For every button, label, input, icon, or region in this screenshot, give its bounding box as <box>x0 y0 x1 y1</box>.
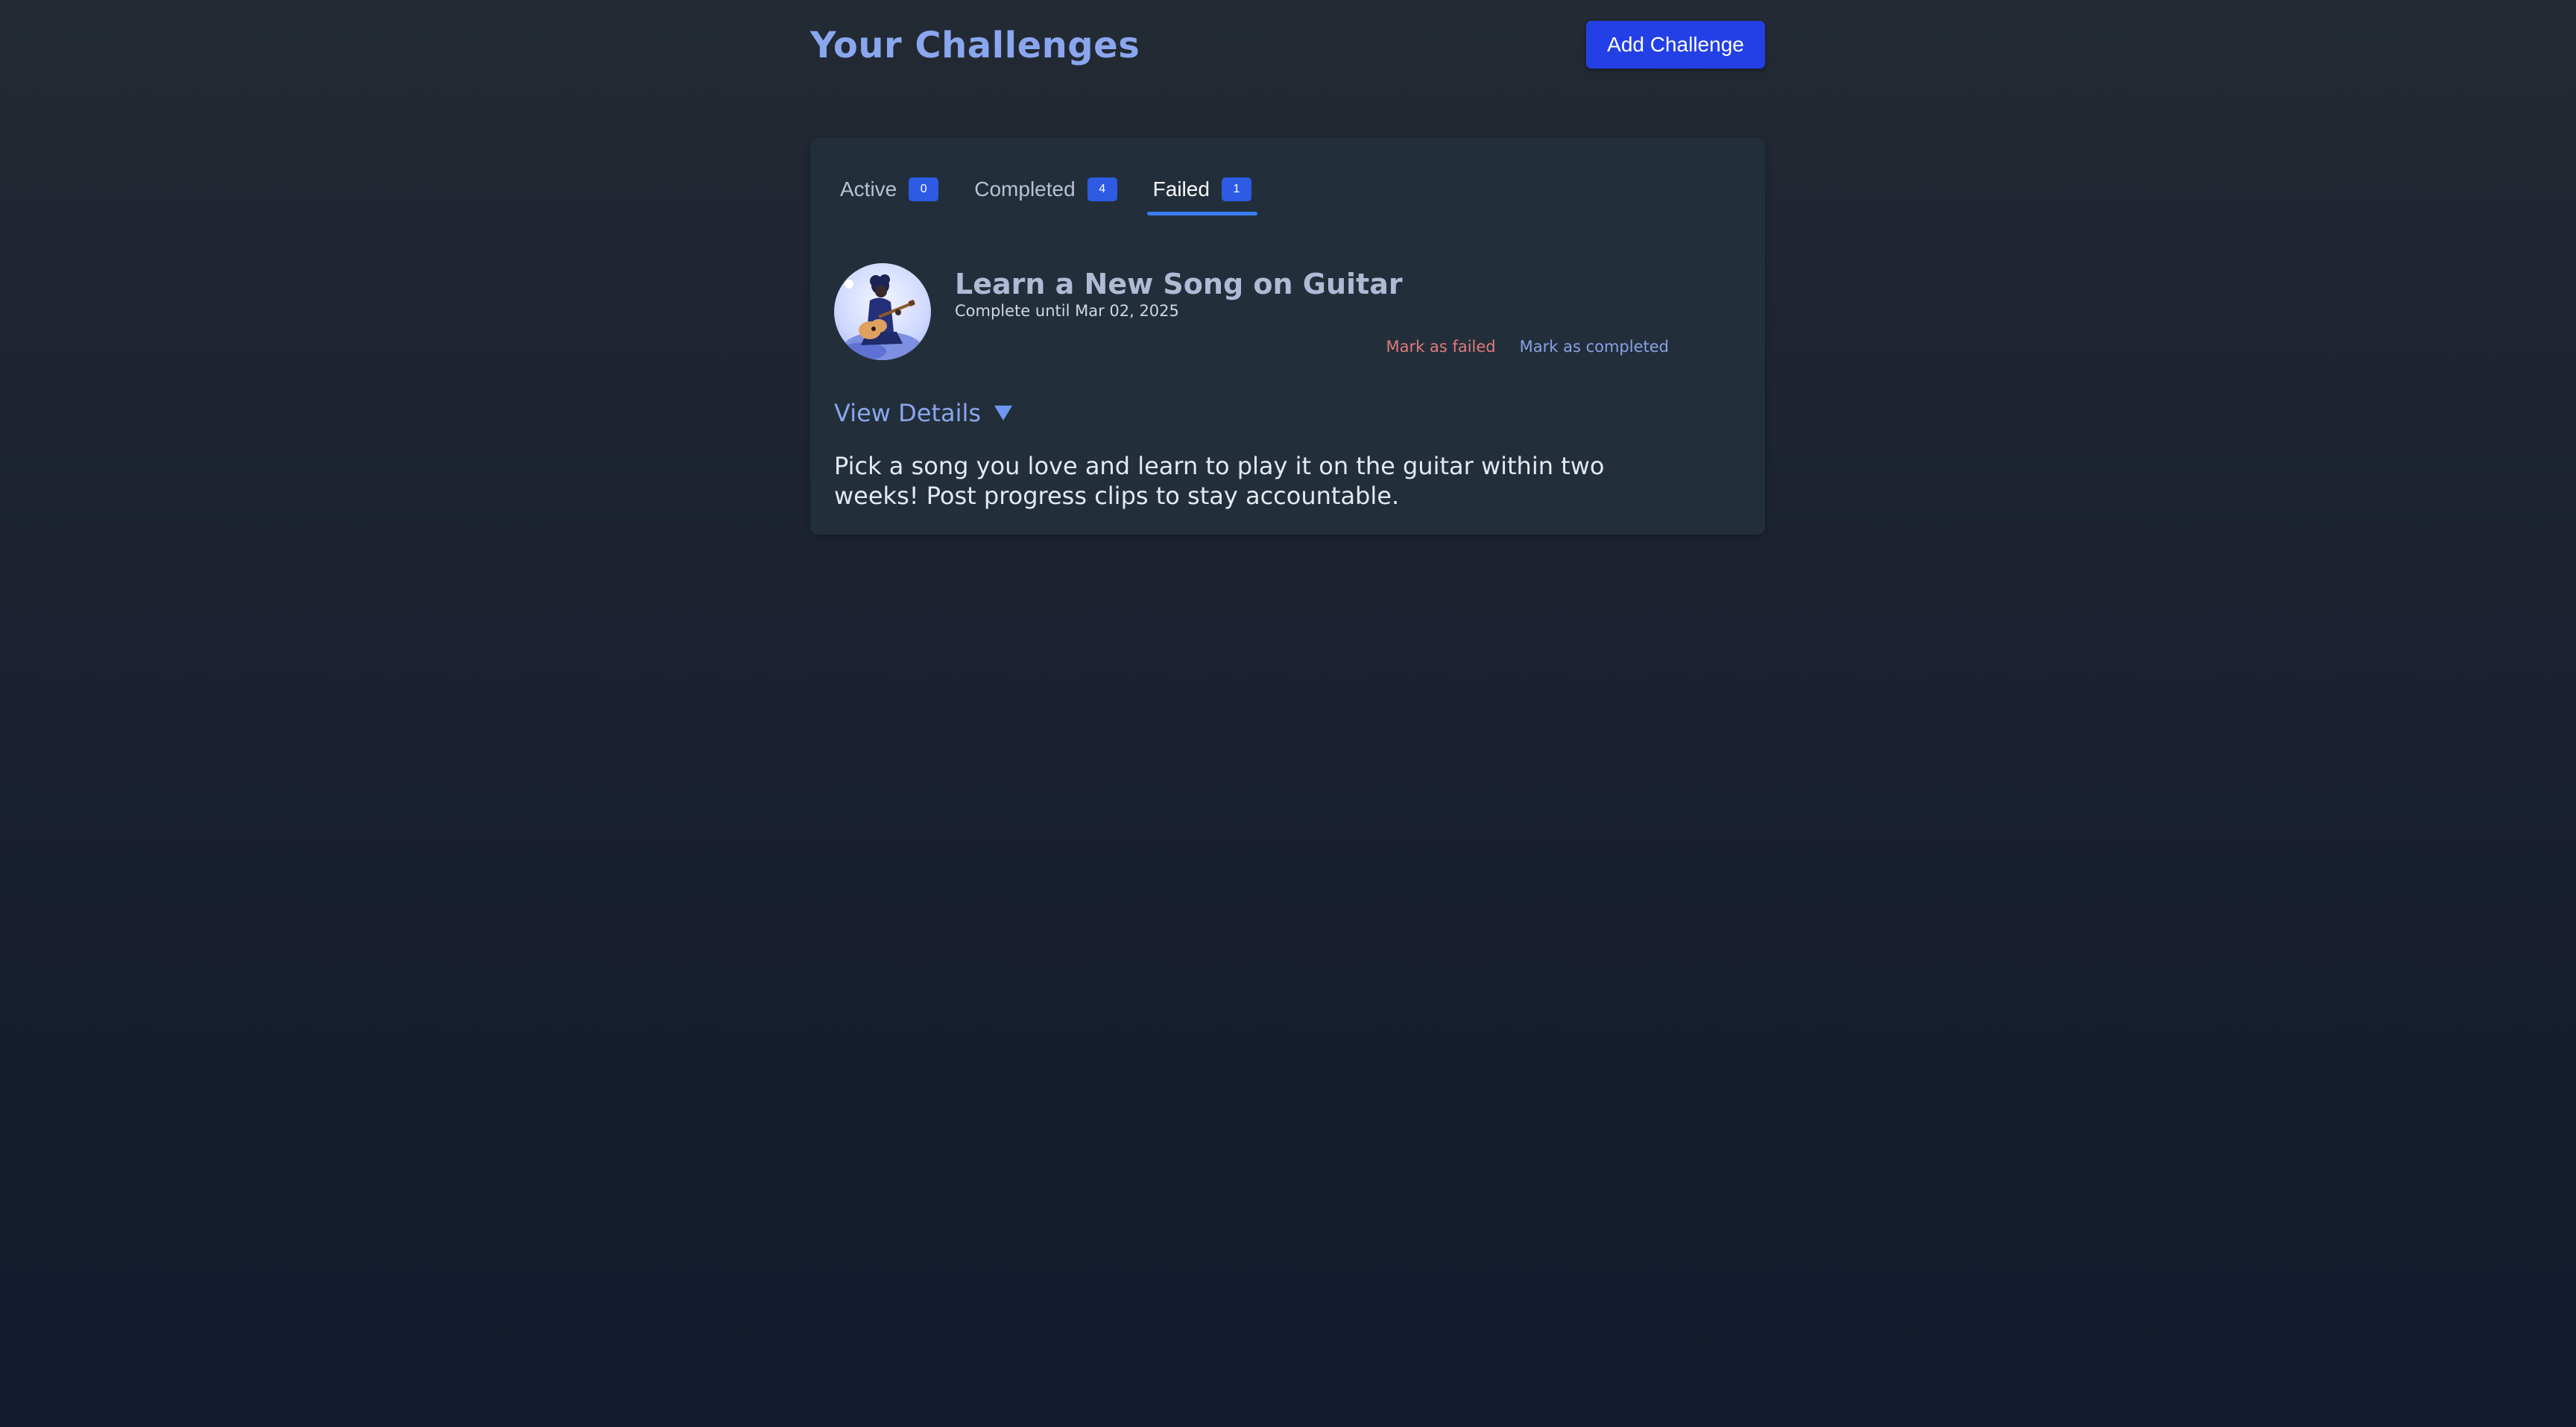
challenge-item: Learn a New Song on Guitar Complete unti… <box>834 263 1736 368</box>
tab-failed-count-badge: 1 <box>1221 177 1251 201</box>
tab-active-count-badge: 0 <box>909 177 939 201</box>
guitarist-illustration-icon <box>834 263 931 360</box>
tab-failed-label: Failed <box>1152 177 1210 201</box>
guitarist-illustration-svg <box>842 274 921 360</box>
mark-as-failed-button[interactable]: Mark as failed <box>1386 338 1496 356</box>
tab-completed-label: Completed <box>974 177 1076 201</box>
mark-as-completed-button[interactable]: Mark as completed <box>1520 338 1669 356</box>
tab-active-label: Active <box>840 177 897 201</box>
challenges-card: Active 0 Completed 4 Failed 1 Learn a Ne… <box>810 138 1765 535</box>
challenge-tabs: Active 0 Completed 4 Failed 1 <box>834 165 1281 217</box>
tab-active[interactable]: Active 0 <box>834 165 944 214</box>
challenge-due-date: Complete until Mar 02, 2025 <box>955 302 1179 320</box>
add-challenge-button[interactable]: Add Challenge <box>1586 21 1765 69</box>
challenge-title: Learn a New Song on Guitar <box>955 268 1403 300</box>
page-title: Your Challenges <box>810 25 1140 66</box>
view-details-label: View Details <box>834 399 982 427</box>
tab-failed[interactable]: Failed 1 <box>1146 165 1258 215</box>
chevron-down-icon <box>994 406 1013 420</box>
tab-completed-count-badge: 4 <box>1087 177 1117 201</box>
view-details-toggle[interactable]: View Details <box>834 399 1013 427</box>
page-header: Your Challenges Add Challenge <box>810 21 1765 70</box>
tab-completed[interactable]: Completed 4 <box>968 165 1123 214</box>
challenge-description: Pick a song you love and learn to play i… <box>834 452 1605 510</box>
challenge-actions: Mark as failed Mark as completed <box>1386 338 1670 356</box>
